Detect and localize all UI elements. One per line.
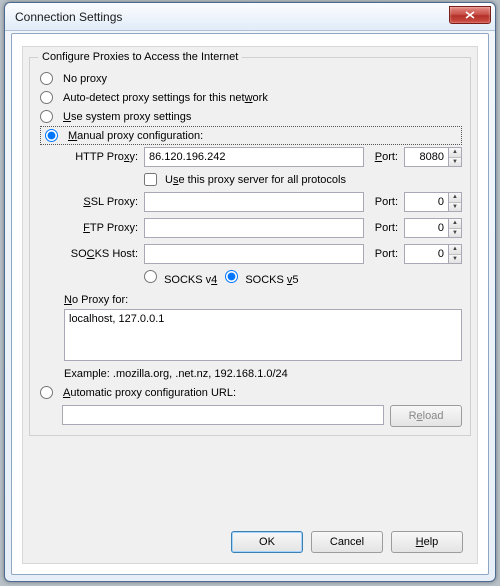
auto-url-input[interactable] xyxy=(62,405,384,425)
ftp-port-spinbuttons[interactable]: ▲▼ xyxy=(448,218,462,238)
radio-manual[interactable]: Manual proxy configuration: xyxy=(40,126,462,145)
ftp-port-label: Port: xyxy=(370,222,398,234)
http-proxy-input[interactable] xyxy=(144,147,364,167)
ftp-proxy-label: FTP Proxy: xyxy=(64,222,138,234)
reload-button[interactable]: Reload xyxy=(390,405,462,427)
titlebar[interactable]: Connection Settings xyxy=(5,3,495,31)
radio-manual-label: Manual proxy configuration: xyxy=(68,130,203,142)
no-proxy-input[interactable] xyxy=(64,309,462,361)
socks-port-label: Port: xyxy=(370,248,398,260)
http-port-spin[interactable]: ▲▼ xyxy=(404,147,462,167)
radio-autodetect-label: Auto-detect proxy settings for this netw… xyxy=(63,92,268,104)
dialog-footer: OK Cancel Help xyxy=(231,531,463,553)
ok-button[interactable]: OK xyxy=(231,531,303,553)
ssl-proxy-row: SSL Proxy: Port: ▲▼ xyxy=(64,192,462,212)
radio-socks5[interactable]: SOCKS v5 xyxy=(225,270,298,286)
cancel-button[interactable]: Cancel xyxy=(311,531,383,553)
radio-system-label: Use system proxy settings xyxy=(63,111,191,123)
ssl-port-spin[interactable]: ▲▼ xyxy=(404,192,462,212)
http-port-label: Port: xyxy=(370,151,398,163)
auto-url-row: Reload xyxy=(62,405,462,427)
radio-no-proxy-label: No proxy xyxy=(63,73,107,85)
use-for-all-checkbox[interactable] xyxy=(144,173,157,186)
radio-manual-input[interactable] xyxy=(45,129,58,142)
group-legend: Configure Proxies to Access the Internet xyxy=(38,51,242,63)
radio-system[interactable]: Use system proxy settings xyxy=(40,107,462,126)
radio-auto-url[interactable]: Automatic proxy configuration URL: xyxy=(40,386,462,399)
use-for-all-row[interactable]: Use this proxy server for all protocols xyxy=(144,173,462,186)
spin-up-icon[interactable]: ▲ xyxy=(449,148,461,158)
radio-socks5-label: SOCKS v5 xyxy=(245,274,298,286)
http-port-spinbuttons[interactable]: ▲▼ xyxy=(448,147,462,167)
client-area: Configure Proxies to Access the Internet… xyxy=(22,46,478,564)
radio-autodetect[interactable]: Auto-detect proxy settings for this netw… xyxy=(40,88,462,107)
socks-port-spinbuttons[interactable]: ▲▼ xyxy=(448,244,462,264)
radio-auto-url-input[interactable] xyxy=(40,386,53,399)
radio-no-proxy-input[interactable] xyxy=(40,72,53,85)
http-proxy-row: HTTP Proxy: Port: ▲▼ xyxy=(64,147,462,167)
radio-socks4[interactable]: SOCKS v4 xyxy=(144,270,217,286)
spin-down-icon[interactable]: ▼ xyxy=(449,158,461,167)
ssl-port-spinbuttons[interactable]: ▲▼ xyxy=(448,192,462,212)
proxy-group: Configure Proxies to Access the Internet… xyxy=(29,51,471,436)
radio-system-input[interactable] xyxy=(40,110,53,123)
radio-socks4-label: SOCKS v4 xyxy=(164,274,217,286)
ssl-proxy-label: SSL Proxy: xyxy=(64,196,138,208)
radio-no-proxy[interactable]: No proxy xyxy=(40,69,462,88)
http-port-input[interactable] xyxy=(404,147,448,167)
ssl-port-input[interactable] xyxy=(404,192,448,212)
socks-version-row: SOCKS v4 SOCKS v5 xyxy=(144,270,462,286)
ftp-proxy-row: FTP Proxy: Port: ▲▼ xyxy=(64,218,462,238)
use-for-all-label: Use this proxy server for all protocols xyxy=(165,174,346,186)
socks-host-input[interactable] xyxy=(144,244,364,264)
help-button[interactable]: Help xyxy=(391,531,463,553)
http-proxy-label: HTTP Proxy: xyxy=(64,151,138,163)
no-proxy-label: No Proxy for: xyxy=(64,294,462,306)
radio-socks5-input[interactable] xyxy=(225,270,238,283)
ssl-proxy-input[interactable] xyxy=(144,192,364,212)
ssl-port-label: Port: xyxy=(370,196,398,208)
ftp-port-input[interactable] xyxy=(404,218,448,238)
close-button[interactable] xyxy=(449,6,491,24)
dialog-window: Connection Settings Configure Proxies to… xyxy=(4,2,496,582)
manual-block: HTTP Proxy: Port: ▲▼ xyxy=(64,147,462,380)
socks-host-row: SOCKS Host: Port: ▲▼ xyxy=(64,244,462,264)
radio-autodetect-input[interactable] xyxy=(40,91,53,104)
close-icon xyxy=(465,11,475,19)
socks-port-input[interactable] xyxy=(404,244,448,264)
radio-socks4-input[interactable] xyxy=(144,270,157,283)
radio-auto-url-label: Automatic proxy configuration URL: xyxy=(63,387,236,399)
no-proxy-example: Example: .mozilla.org, .net.nz, 192.168.… xyxy=(64,368,462,380)
ftp-port-spin[interactable]: ▲▼ xyxy=(404,218,462,238)
ftp-proxy-input[interactable] xyxy=(144,218,364,238)
socks-port-spin[interactable]: ▲▼ xyxy=(404,244,462,264)
socks-host-label: SOCKS Host: xyxy=(64,248,138,260)
client-outer: Configure Proxies to Access the Internet… xyxy=(11,33,489,575)
window-title: Connection Settings xyxy=(15,10,449,24)
